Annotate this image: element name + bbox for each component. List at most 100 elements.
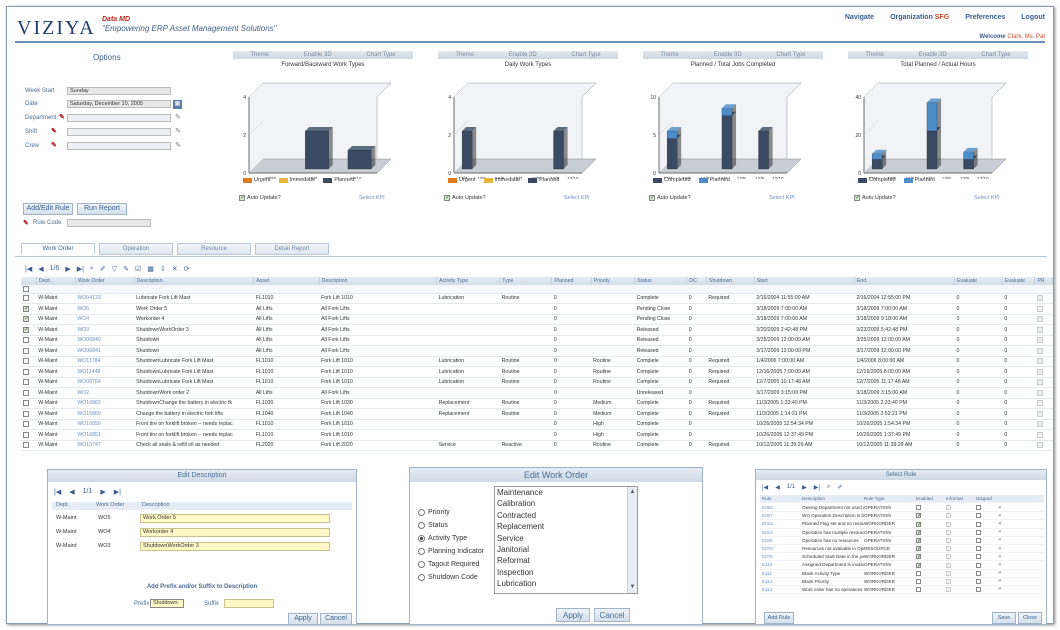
enabled-cell[interactable] — [916, 562, 946, 568]
work-order-link[interactable]: WO11448 — [75, 366, 135, 378]
work-order-link[interactable]: WO11784 — [75, 356, 135, 367]
scroll-up-icon[interactable]: ▲ — [628, 487, 637, 498]
select-all-checkbox[interactable] — [21, 285, 37, 294]
disgard-cell[interactable] — [976, 529, 998, 535]
pencil-icon[interactable]: ✎ — [59, 113, 65, 121]
enabled-cell[interactable] — [916, 529, 946, 535]
filter-cell[interactable] — [706, 285, 755, 294]
run-report-button[interactable]: Run Report — [77, 203, 127, 215]
list-option[interactable]: Calibration — [497, 498, 637, 509]
eraser-icon[interactable]: ✐ — [100, 265, 106, 273]
rule-row[interactable]: E003 Owning Department not used as OPERATI… — [760, 504, 1044, 513]
informat-cell[interactable] — [946, 521, 976, 527]
work-order-link[interactable]: WO06840 — [75, 335, 135, 346]
checkbox-icon[interactable] — [976, 570, 981, 576]
checkbox-icon[interactable] — [1036, 368, 1043, 375]
column-header[interactable]: Start — [754, 277, 855, 285]
filter-cell[interactable] — [499, 285, 552, 294]
prefix-input[interactable]: Shutdown- — [150, 599, 184, 608]
checkbox-icon[interactable] — [1036, 431, 1043, 438]
filter-cell[interactable] — [253, 285, 320, 294]
rule-code[interactable]: E040 — [760, 538, 802, 543]
checkbox-icon[interactable] — [23, 410, 29, 417]
rule-row[interactable]: E040Operation has no resources OPERATION ✕ — [760, 537, 1044, 545]
chart-theme-button[interactable]: Theme — [455, 52, 474, 58]
checkbox-icon[interactable] — [976, 537, 981, 543]
checkbox-icon[interactable] — [239, 195, 245, 201]
column-header[interactable]: Evaluate — [954, 277, 1003, 285]
checkbox-icon[interactable] — [946, 587, 951, 593]
column-header[interactable]: Priority — [591, 277, 636, 285]
filter-cell[interactable] — [1002, 285, 1035, 294]
filter-cell[interactable] — [75, 285, 135, 294]
checkbox-icon[interactable] — [1036, 347, 1043, 354]
rule-code[interactable]: E075 — [760, 554, 802, 559]
checkbox-icon[interactable] — [1036, 358, 1043, 365]
checkbox-icon[interactable] — [649, 195, 655, 201]
checkbox-icon[interactable] — [976, 587, 981, 593]
table-icon[interactable]: ▦ — [147, 265, 154, 273]
checkbox-icon[interactable] — [1036, 400, 1043, 407]
checkbox-icon[interactable] — [1036, 389, 1043, 396]
informat-cell[interactable] — [946, 546, 976, 552]
field-input[interactable] — [67, 128, 171, 136]
prev-page-icon[interactable]: ◀ — [69, 488, 74, 496]
checkbox-icon[interactable] — [946, 562, 951, 568]
row-checkbox[interactable] — [21, 429, 37, 441]
row-checkbox[interactable] — [21, 356, 37, 367]
chart-enable3d-button[interactable]: Enable 3D — [919, 52, 947, 58]
list-option[interactable]: Maintenance — [497, 487, 637, 498]
checkbox-icon[interactable] — [976, 554, 981, 560]
filter-cell[interactable] — [591, 285, 635, 294]
enabled-cell[interactable] — [916, 587, 946, 593]
row-checkbox[interactable] — [21, 314, 37, 325]
checkbox-icon[interactable] — [946, 554, 951, 560]
checkbox-icon[interactable] — [976, 521, 981, 527]
pr-checkbox[interactable] — [1034, 440, 1053, 451]
checkbox-icon[interactable] — [916, 521, 921, 527]
radio-icon[interactable] — [418, 574, 425, 581]
enabled-cell[interactable] — [916, 513, 946, 519]
pr-checkbox[interactable] — [1034, 377, 1053, 388]
delete-icon[interactable]: ✕ — [998, 513, 1006, 519]
filter-cell[interactable] — [1034, 285, 1053, 294]
work-order-link[interactable]: WO16860 — [75, 408, 135, 420]
rule-code[interactable]: E112 — [760, 579, 802, 584]
chart-chart-type-button[interactable]: Chart Type — [981, 52, 1010, 58]
checkbox-icon[interactable] — [976, 546, 981, 552]
checkbox-icon[interactable] — [916, 505, 921, 511]
add-rule-button[interactable]: Add Rule — [764, 612, 794, 624]
pr-checkbox[interactable] — [1034, 314, 1053, 325]
radio-icon[interactable] — [418, 561, 425, 568]
checkbox-icon[interactable] — [23, 347, 29, 354]
tab-detail-report[interactable]: Detail Report — [255, 243, 329, 255]
value-listbox[interactable]: Maintenance Calibration Contracted Replacem… — [494, 486, 638, 594]
chart-chart-type-button[interactable]: Chart Type — [366, 52, 395, 58]
binoculars-icon[interactable]: ⌕ — [90, 265, 94, 273]
list-option[interactable]: Lubrication — [497, 578, 637, 589]
row-checkbox[interactable] — [21, 398, 37, 409]
first-page-icon[interactable]: |◀ — [762, 484, 768, 491]
checkbox-icon[interactable] — [1036, 379, 1043, 386]
filter-cell[interactable] — [436, 285, 500, 294]
row-checkbox[interactable] — [21, 293, 37, 304]
checkbox-icon[interactable] — [23, 389, 29, 396]
select-kpi-link[interactable]: Select KPI — [974, 195, 1000, 201]
enabled-cell[interactable] — [916, 505, 946, 511]
checkbox-icon[interactable] — [1036, 316, 1043, 323]
work-order-link[interactable]: WO08764 — [75, 377, 135, 388]
auto-update-checkbox[interactable]: Auto Update? — [239, 195, 281, 201]
filter-cell[interactable] — [134, 285, 254, 294]
table-row[interactable]: W-MaintWO3ShutdownWorkOrder 3All LiftsAl… — [21, 324, 1053, 336]
pr-checkbox[interactable] — [1034, 387, 1053, 399]
radio-planning-indicator[interactable]: Planning Indicator — [418, 545, 484, 558]
row-checkbox[interactable] — [21, 387, 37, 399]
delete-icon[interactable]: ✕ — [998, 505, 1006, 511]
field-input[interactable] — [67, 114, 171, 122]
rule-code[interactable]: E070 — [760, 546, 802, 551]
list-option[interactable]: Janitorial — [497, 544, 637, 555]
checkbox-icon[interactable] — [976, 513, 981, 519]
filter-cell[interactable] — [754, 285, 855, 294]
disgard-cell[interactable] — [976, 578, 998, 584]
refresh-icon[interactable]: ⟳ — [184, 265, 190, 273]
